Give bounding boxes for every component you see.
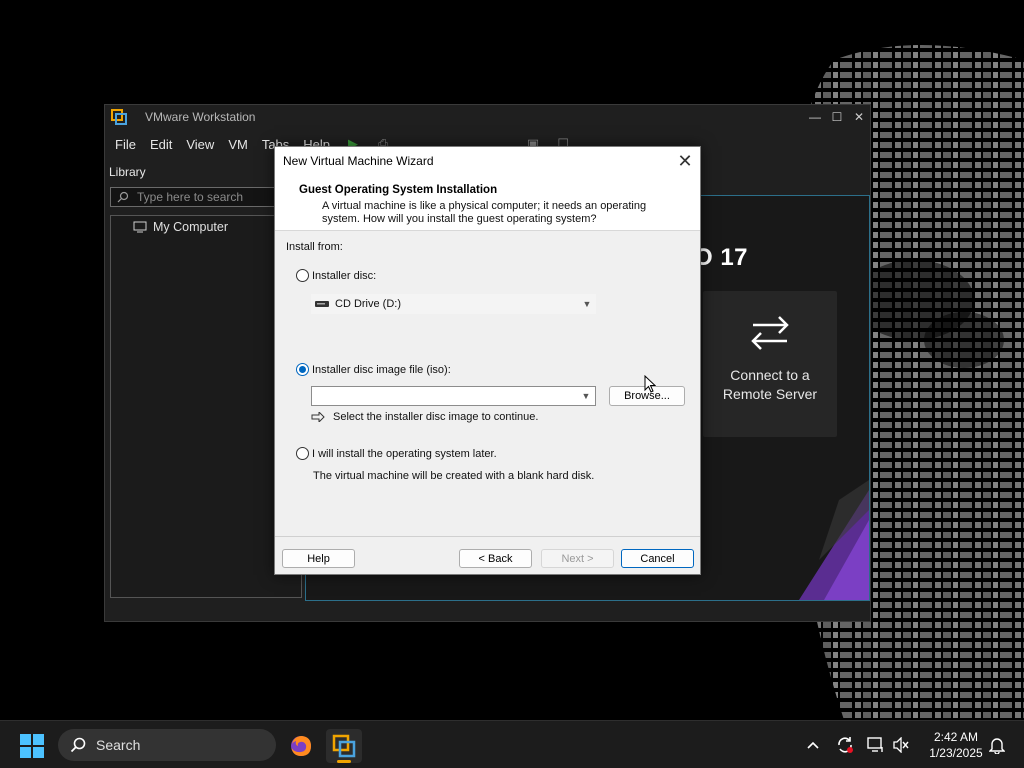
remote-card-line2: Remote Server	[722, 386, 818, 402]
wizard-body: Install from: Installer disc: CD Drive (…	[275, 231, 700, 537]
install-later-option[interactable]: I will install the operating system late…	[296, 447, 497, 460]
vmware-titlebar: VMware Workstation — ☐ ✕	[105, 105, 870, 129]
decorative-corner-art	[799, 480, 869, 600]
tray-overflow-chevron-icon[interactable]	[803, 735, 823, 755]
wizard-close-button[interactable]: ✕	[670, 151, 700, 172]
taskbar: Search 2:42 AM 1/23/2025	[0, 720, 1024, 768]
remote-card-line1: Connect to a	[730, 367, 810, 383]
installer-iso-label: Installer disc image file (iso):	[312, 363, 451, 376]
installer-iso-radio[interactable]	[296, 363, 309, 376]
clock-date: 1/23/2025	[929, 746, 983, 760]
firefox-icon	[291, 736, 311, 756]
taskbar-app-vmware[interactable]	[326, 729, 362, 763]
computer-icon	[133, 221, 147, 233]
menu-edit[interactable]: Edit	[150, 137, 172, 152]
windows-start-icon[interactable]	[20, 734, 44, 758]
next-button[interactable]: Next >	[541, 549, 614, 568]
install-from-label: Install from:	[286, 241, 343, 253]
disc-drive-value: CD Drive (D:)	[335, 298, 401, 310]
cd-drive-icon	[315, 301, 329, 307]
library-search-input[interactable]: Type here to search	[110, 187, 300, 207]
wizard-title: New Virtual Machine Wizard	[283, 154, 434, 168]
installer-disc-option[interactable]: Installer disc:	[296, 269, 376, 282]
disc-drive-select[interactable]: CD Drive (D:) ▼	[311, 294, 596, 314]
active-app-indicator	[337, 760, 351, 763]
library-search-placeholder: Type here to search	[137, 190, 244, 204]
taskbar-app-firefox[interactable]	[283, 729, 319, 763]
iso-hint-text: Select the installer disc image to conti…	[333, 411, 539, 423]
help-button[interactable]: Help	[282, 549, 355, 568]
vmware-app-icon	[111, 109, 127, 125]
mouse-cursor-icon	[644, 375, 656, 393]
installer-disc-radio[interactable]	[296, 269, 309, 282]
wizard-titlebar: New Virtual Machine Wizard ✕	[275, 147, 700, 175]
cancel-button[interactable]: Cancel	[621, 549, 694, 568]
network-icon[interactable]	[866, 735, 886, 755]
volume-muted-icon[interactable]	[891, 735, 911, 755]
close-button[interactable]: ✕	[848, 110, 870, 124]
wizard-step-description: A virtual machine is like a physical com…	[322, 200, 647, 225]
library-header: Library	[109, 165, 146, 179]
menu-view[interactable]: View	[186, 137, 214, 152]
installer-disc-label: Installer disc:	[312, 269, 377, 282]
vmware-window-title: VMware Workstation	[145, 110, 256, 124]
chevron-down-icon: ▼	[582, 299, 592, 309]
search-icon	[117, 191, 129, 203]
tree-item-label: My Computer	[153, 220, 229, 234]
installer-iso-option[interactable]: Installer disc image file (iso):	[296, 363, 451, 376]
new-vm-wizard-dialog: New Virtual Machine Wizard ✕ Guest Opera…	[274, 146, 701, 575]
minimize-button[interactable]: —	[804, 110, 826, 124]
taskbar-clock[interactable]: 2:42 AM 1/23/2025	[920, 729, 992, 761]
tree-item-my-computer[interactable]: My Computer	[133, 220, 228, 234]
chevron-down-icon[interactable]: ▼	[577, 391, 595, 401]
menu-file[interactable]: File	[115, 137, 136, 152]
menu-vm[interactable]: VM	[228, 137, 248, 152]
maximize-button[interactable]: ☐	[826, 110, 848, 124]
swap-arrows-icon	[751, 316, 789, 350]
connect-remote-server-card[interactable]: Connect to a Remote Server	[703, 291, 837, 437]
taskbar-search-box[interactable]: Search	[58, 729, 276, 761]
vmware-icon	[332, 734, 356, 758]
wizard-header: Guest Operating System Installation A vi…	[275, 175, 700, 231]
search-icon	[70, 737, 86, 753]
install-later-description: The virtual machine will be created with…	[313, 470, 595, 482]
iso-path-combobox[interactable]: ▼	[311, 386, 596, 406]
notification-bell-icon[interactable]	[987, 735, 1007, 755]
arrow-right-icon	[311, 412, 325, 422]
iso-hint: Select the installer disc image to conti…	[311, 411, 538, 423]
taskbar-search-label: Search	[96, 737, 141, 753]
wizard-step-title: Guest Operating System Installation	[299, 184, 498, 196]
update-sync-icon[interactable]	[835, 735, 855, 755]
back-button[interactable]: < Back	[459, 549, 532, 568]
install-later-radio[interactable]	[296, 447, 309, 460]
product-brand-text: O 17	[694, 244, 749, 271]
clock-time: 2:42 AM	[933, 730, 979, 744]
install-later-label: I will install the operating system late…	[312, 447, 497, 460]
